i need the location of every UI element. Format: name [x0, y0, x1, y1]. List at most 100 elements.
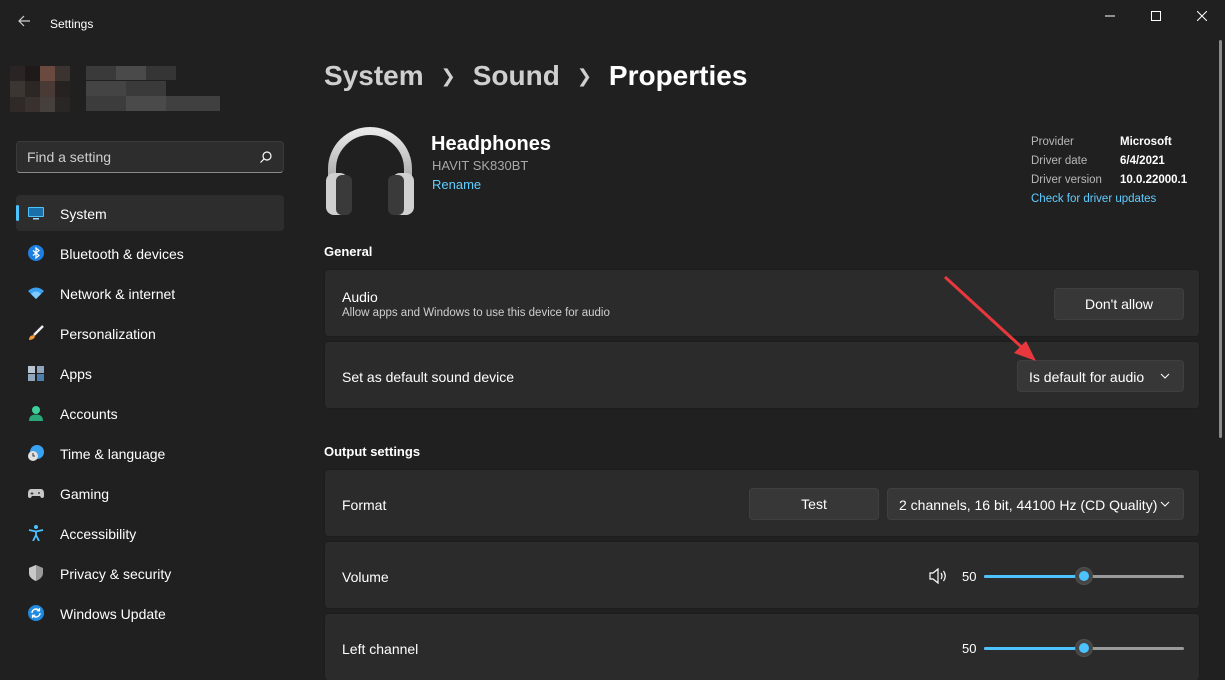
driver-row: Driver date 6/4/2021 [1031, 155, 1201, 174]
volume-title: Volume [342, 569, 389, 585]
volume-value: 50 [962, 569, 977, 584]
format-card: Format Test 2 channels, 16 bit, 44100 Hz… [324, 469, 1200, 537]
back-arrow-icon [18, 15, 30, 27]
sidebar-item-system[interactable]: System [16, 195, 284, 231]
sidebar-item-label: Personalization [60, 326, 156, 342]
sidebar-item-accessibility[interactable]: Accessibility [16, 515, 284, 551]
profile-email-blurred [86, 81, 220, 111]
chevron-down-icon [1160, 501, 1170, 507]
breadcrumb-system[interactable]: System [324, 60, 424, 92]
driver-value: Microsoft [1120, 136, 1172, 148]
sidebar-item-label: Gaming [60, 486, 110, 502]
check-driver-updates-link[interactable]: Check for driver updates [1031, 193, 1156, 205]
avatar [10, 66, 70, 112]
audio-card: Audio Allow apps and Windows to use this… [324, 269, 1200, 337]
maximize-icon [1151, 11, 1161, 21]
globe-clock-icon [28, 445, 44, 461]
search-input[interactable] [17, 142, 283, 172]
search-box[interactable] [16, 141, 284, 173]
sidebar-item-label: Privacy & security [60, 566, 172, 582]
device-name: Headphones [431, 133, 552, 155]
update-icon [28, 605, 44, 621]
sidebar-item-personalization[interactable]: Personalization [16, 315, 284, 351]
breadcrumb: System ❯ Sound ❯ Properties [324, 58, 747, 94]
sidebar-item-time-language[interactable]: Time & language [16, 435, 284, 471]
format-title: Format [342, 497, 387, 513]
headphones-icon [326, 127, 414, 215]
person-icon [29, 406, 43, 421]
default-device-card: Set as default sound device Is default f… [324, 341, 1200, 409]
left-channel-card: Left channel 50 [324, 613, 1200, 680]
close-icon [1197, 11, 1207, 21]
driver-row: Driver version 10.0.22000.1 [1031, 174, 1201, 193]
minimize-icon [1105, 15, 1115, 17]
shield-icon [29, 565, 43, 581]
annotation-arrow [943, 275, 1036, 361]
sidebar-nav: System Bluetooth & devices Network & int… [16, 195, 284, 635]
sidebar-item-bluetooth[interactable]: Bluetooth & devices [16, 235, 284, 271]
driver-key: Driver version [1031, 174, 1102, 186]
audio-subtitle: Allow apps and Windows to use this devic… [342, 307, 610, 319]
scrollbar[interactable] [1219, 40, 1222, 438]
driver-row: Provider Microsoft [1031, 136, 1201, 155]
volume-card: Volume 50 [324, 541, 1200, 609]
profile-name-blurred [86, 66, 176, 80]
system-display-icon [28, 207, 44, 220]
dont-allow-button[interactable]: Don't allow [1054, 288, 1184, 320]
driver-info: Provider Microsoft Driver date 6/4/2021 … [1031, 136, 1201, 193]
left-channel-slider[interactable] [984, 638, 1184, 658]
sidebar-item-gaming[interactable]: Gaming [16, 475, 284, 511]
driver-value: 6/4/2021 [1120, 155, 1165, 167]
maximize-button[interactable] [1133, 0, 1179, 32]
default-device-title: Set as default sound device [342, 369, 515, 385]
close-button[interactable] [1179, 0, 1225, 32]
slider-fill [984, 647, 1084, 650]
back-button[interactable] [12, 10, 36, 38]
brush-icon [29, 325, 44, 340]
sidebar-item-apps[interactable]: Apps [16, 355, 284, 391]
audio-title: Audio [342, 289, 378, 305]
breadcrumb-sound[interactable]: Sound [473, 60, 560, 92]
chevron-down-icon [1160, 373, 1170, 379]
gamepad-icon [28, 489, 44, 498]
driver-key: Provider [1031, 136, 1074, 148]
bluetooth-icon [28, 245, 44, 261]
sidebar-item-label: Windows Update [60, 606, 166, 622]
slider-thumb[interactable] [1075, 567, 1093, 585]
apps-icon [28, 366, 44, 381]
sidebar-item-label: Apps [60, 366, 92, 382]
sidebar-item-label: Bluetooth & devices [60, 246, 184, 262]
sidebar-item-privacy-security[interactable]: Privacy & security [16, 555, 284, 591]
sidebar-item-label: Network & internet [60, 286, 176, 302]
chevron-right-icon: ❯ [440, 65, 456, 86]
accessibility-icon [28, 525, 44, 541]
slider-thumb[interactable] [1075, 639, 1093, 657]
driver-key: Driver date [1031, 155, 1088, 167]
volume-slider[interactable] [984, 566, 1184, 586]
page-title: Properties [608, 60, 748, 91]
format-dropdown[interactable]: 2 channels, 16 bit, 44100 Hz (CD Quality… [887, 488, 1184, 520]
general-heading: General [324, 244, 373, 259]
driver-value: 10.0.22000.1 [1120, 174, 1188, 186]
left-channel-value: 50 [962, 641, 977, 656]
slider-fill [984, 575, 1084, 578]
dropdown-value: 2 channels, 16 bit, 44100 Hz (CD Quality… [899, 497, 1158, 513]
user-profile[interactable] [10, 66, 220, 112]
sidebar-item-label: System [60, 206, 107, 222]
sidebar-item-windows-update[interactable]: Windows Update [16, 595, 284, 631]
wifi-icon [28, 287, 44, 299]
search-icon [260, 151, 272, 163]
minimize-button[interactable] [1087, 0, 1133, 32]
sidebar-item-network[interactable]: Network & internet [16, 275, 284, 311]
device-model: HAVIT SK830BT [432, 158, 529, 173]
sidebar-item-label: Time & language [60, 446, 166, 462]
sidebar-item-accounts[interactable]: Accounts [16, 395, 284, 431]
chevron-right-icon: ❯ [576, 65, 592, 86]
app-title: Settings [50, 17, 94, 31]
title-bar: Settings [0, 0, 1225, 48]
test-button[interactable]: Test [749, 488, 879, 520]
rename-link[interactable]: Rename [432, 177, 481, 192]
sidebar-item-label: Accessibility [60, 526, 137, 542]
sidebar-item-label: Accounts [60, 406, 118, 422]
speaker-icon[interactable] [929, 568, 947, 584]
